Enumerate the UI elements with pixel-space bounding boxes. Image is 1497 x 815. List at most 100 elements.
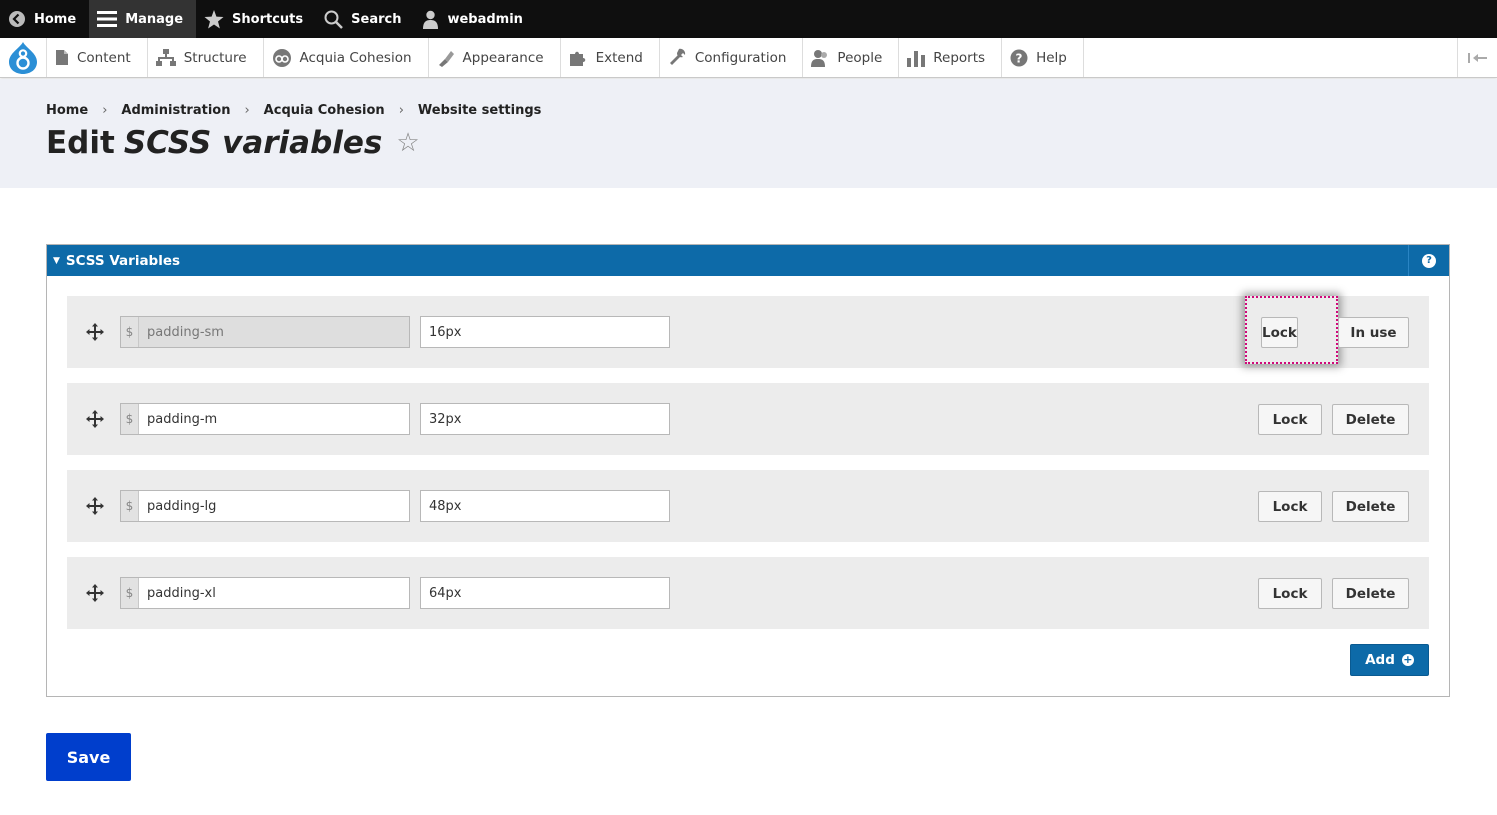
people-icon (811, 49, 828, 67)
toolbar-manage-link[interactable]: Manage (89, 0, 197, 38)
collapse-arrow-icon (1467, 52, 1487, 63)
toolbar-user-link[interactable]: webadmin (414, 0, 535, 38)
tray-item-configuration[interactable]: Configuration (660, 38, 804, 77)
variable-value-input[interactable] (420, 316, 670, 348)
tray-item-label: People (837, 49, 883, 66)
fieldset-legend-label: SCSS Variables (65, 252, 181, 269)
variable-name-field: $ (120, 577, 410, 609)
breadcrumb: Home › Administration › Acquia Cohesion … (46, 103, 541, 118)
toolbar-home-link[interactable]: Home (0, 0, 89, 38)
wrench-icon (669, 48, 686, 65)
breadcrumb-home[interactable]: Home (46, 103, 88, 118)
tray-item-content[interactable]: Content (47, 38, 148, 77)
drag-handle-icon[interactable] (86, 410, 104, 428)
svg-text:?: ? (1016, 51, 1023, 65)
tray-item-label: Structure (183, 49, 247, 66)
tray-item-appearance[interactable]: Appearance (429, 38, 561, 77)
hamburger-menu-icon (97, 11, 118, 27)
tray-item-label: Appearance (462, 49, 544, 66)
toolbar-search-label: Search (351, 11, 402, 27)
toolbar-home-label: Home (34, 11, 77, 27)
tray-orientation-toggle[interactable] (1457, 38, 1497, 77)
toolbar-shortcuts-label: Shortcuts (232, 11, 304, 27)
shortcut-star-icon[interactable]: ☆ (396, 128, 419, 158)
document-icon (56, 50, 68, 65)
page-title-italic: SCSS variables (123, 125, 383, 161)
breadcrumb-acquia-cohesion[interactable]: Acquia Cohesion (264, 103, 385, 118)
variable-name-field: $ (120, 403, 410, 435)
delete-button[interactable]: Delete (1332, 491, 1409, 522)
drag-handle-icon[interactable] (86, 497, 104, 515)
tray-item-label: Acquia Cohesion (299, 49, 412, 66)
save-button[interactable]: Save (46, 733, 131, 781)
lock-button[interactable]: Lock (1258, 491, 1322, 522)
drag-handle-icon[interactable] (86, 584, 104, 602)
star-icon (204, 9, 224, 28)
delete-button[interactable]: Delete (1332, 404, 1409, 435)
paintbrush-icon (438, 50, 454, 67)
tray-item-label: Configuration (694, 49, 787, 66)
tray-item-label: Extend (595, 49, 643, 66)
tray-item-label: Reports (933, 49, 986, 66)
toolbar-search-link[interactable]: Search (316, 0, 414, 38)
add-variable-button[interactable]: Add + (1350, 644, 1429, 676)
breadcrumb-separator: › (102, 103, 108, 118)
tray-item-reports[interactable]: Reports (899, 38, 1003, 77)
breadcrumb-website-settings[interactable]: Website settings (418, 103, 542, 118)
tray-item-people[interactable]: People (803, 38, 900, 77)
tray-item-structure[interactable]: Structure (148, 38, 264, 77)
plus-circle-icon: + (1401, 653, 1414, 666)
breadcrumb-administration[interactable]: Administration (121, 103, 230, 118)
lock-button[interactable]: Lock (1258, 404, 1322, 435)
variable-name-input[interactable] (139, 491, 409, 521)
drupal-logo[interactable] (0, 38, 47, 77)
variable-name-field: $ (120, 316, 410, 348)
tray-item-label: Help (1036, 49, 1067, 66)
dollar-prefix: $ (121, 491, 139, 521)
variable-value-input[interactable] (420, 577, 670, 609)
dollar-prefix: $ (121, 317, 139, 347)
page-title-prefix: Edit (46, 125, 115, 161)
tray-item-label: Content (77, 49, 131, 66)
variable-value-input[interactable] (420, 490, 670, 522)
variable-name-field: $ (120, 490, 410, 522)
dollar-prefix: $ (121, 404, 139, 434)
variable-row: $ Lock In use (67, 296, 1429, 368)
variable-name-input[interactable] (139, 317, 409, 347)
puzzle-icon (569, 51, 585, 66)
user-icon (423, 10, 439, 29)
variable-name-input[interactable] (139, 578, 409, 608)
variable-row: $ Lock Delete (67, 557, 1429, 629)
variable-value-input[interactable] (420, 403, 670, 435)
tray-item-extend[interactable]: Extend (561, 38, 660, 77)
help-button[interactable]: ? (1408, 245, 1449, 276)
cohesion-icon (272, 48, 291, 67)
toolbar-user-label: webadmin (447, 11, 523, 27)
help-icon: ? (1422, 253, 1436, 268)
toolbar-shortcuts-link[interactable]: Shortcuts (196, 0, 316, 38)
variable-row: $ Lock Delete (67, 383, 1429, 455)
back-arrow-icon (9, 11, 25, 27)
in-use-button[interactable]: In use (1338, 317, 1409, 348)
variable-name-input[interactable] (139, 404, 409, 434)
toolbar-manage-label: Manage (125, 11, 184, 27)
sitemap-icon (155, 49, 176, 66)
admin-menu-tray: Content Structure Acquia Cohesion Appear… (0, 38, 1497, 78)
fieldset-legend[interactable]: ▼ SCSS Variables ? (47, 245, 1449, 276)
drag-handle-icon[interactable] (86, 323, 104, 341)
breadcrumb-separator: › (398, 103, 404, 118)
bar-chart-icon (907, 50, 926, 67)
dollar-prefix: $ (121, 578, 139, 608)
page-header: Home › Administration › Acquia Cohesion … (0, 79, 1497, 188)
lock-button[interactable]: Lock (1261, 317, 1298, 348)
delete-button[interactable]: Delete (1332, 578, 1409, 609)
tray-item-help[interactable]: ? Help (1002, 38, 1084, 77)
page-title: Edit SCSS variables ☆ (46, 125, 420, 161)
lock-button[interactable]: Lock (1258, 578, 1322, 609)
help-circle-icon: ? (1010, 49, 1028, 66)
breadcrumb-separator: › (244, 103, 250, 118)
tray-item-acquia-cohesion[interactable]: Acquia Cohesion (264, 38, 429, 77)
variable-row: $ Lock Delete (67, 470, 1429, 542)
search-icon (324, 10, 344, 29)
caret-down-icon: ▼ (53, 255, 60, 266)
